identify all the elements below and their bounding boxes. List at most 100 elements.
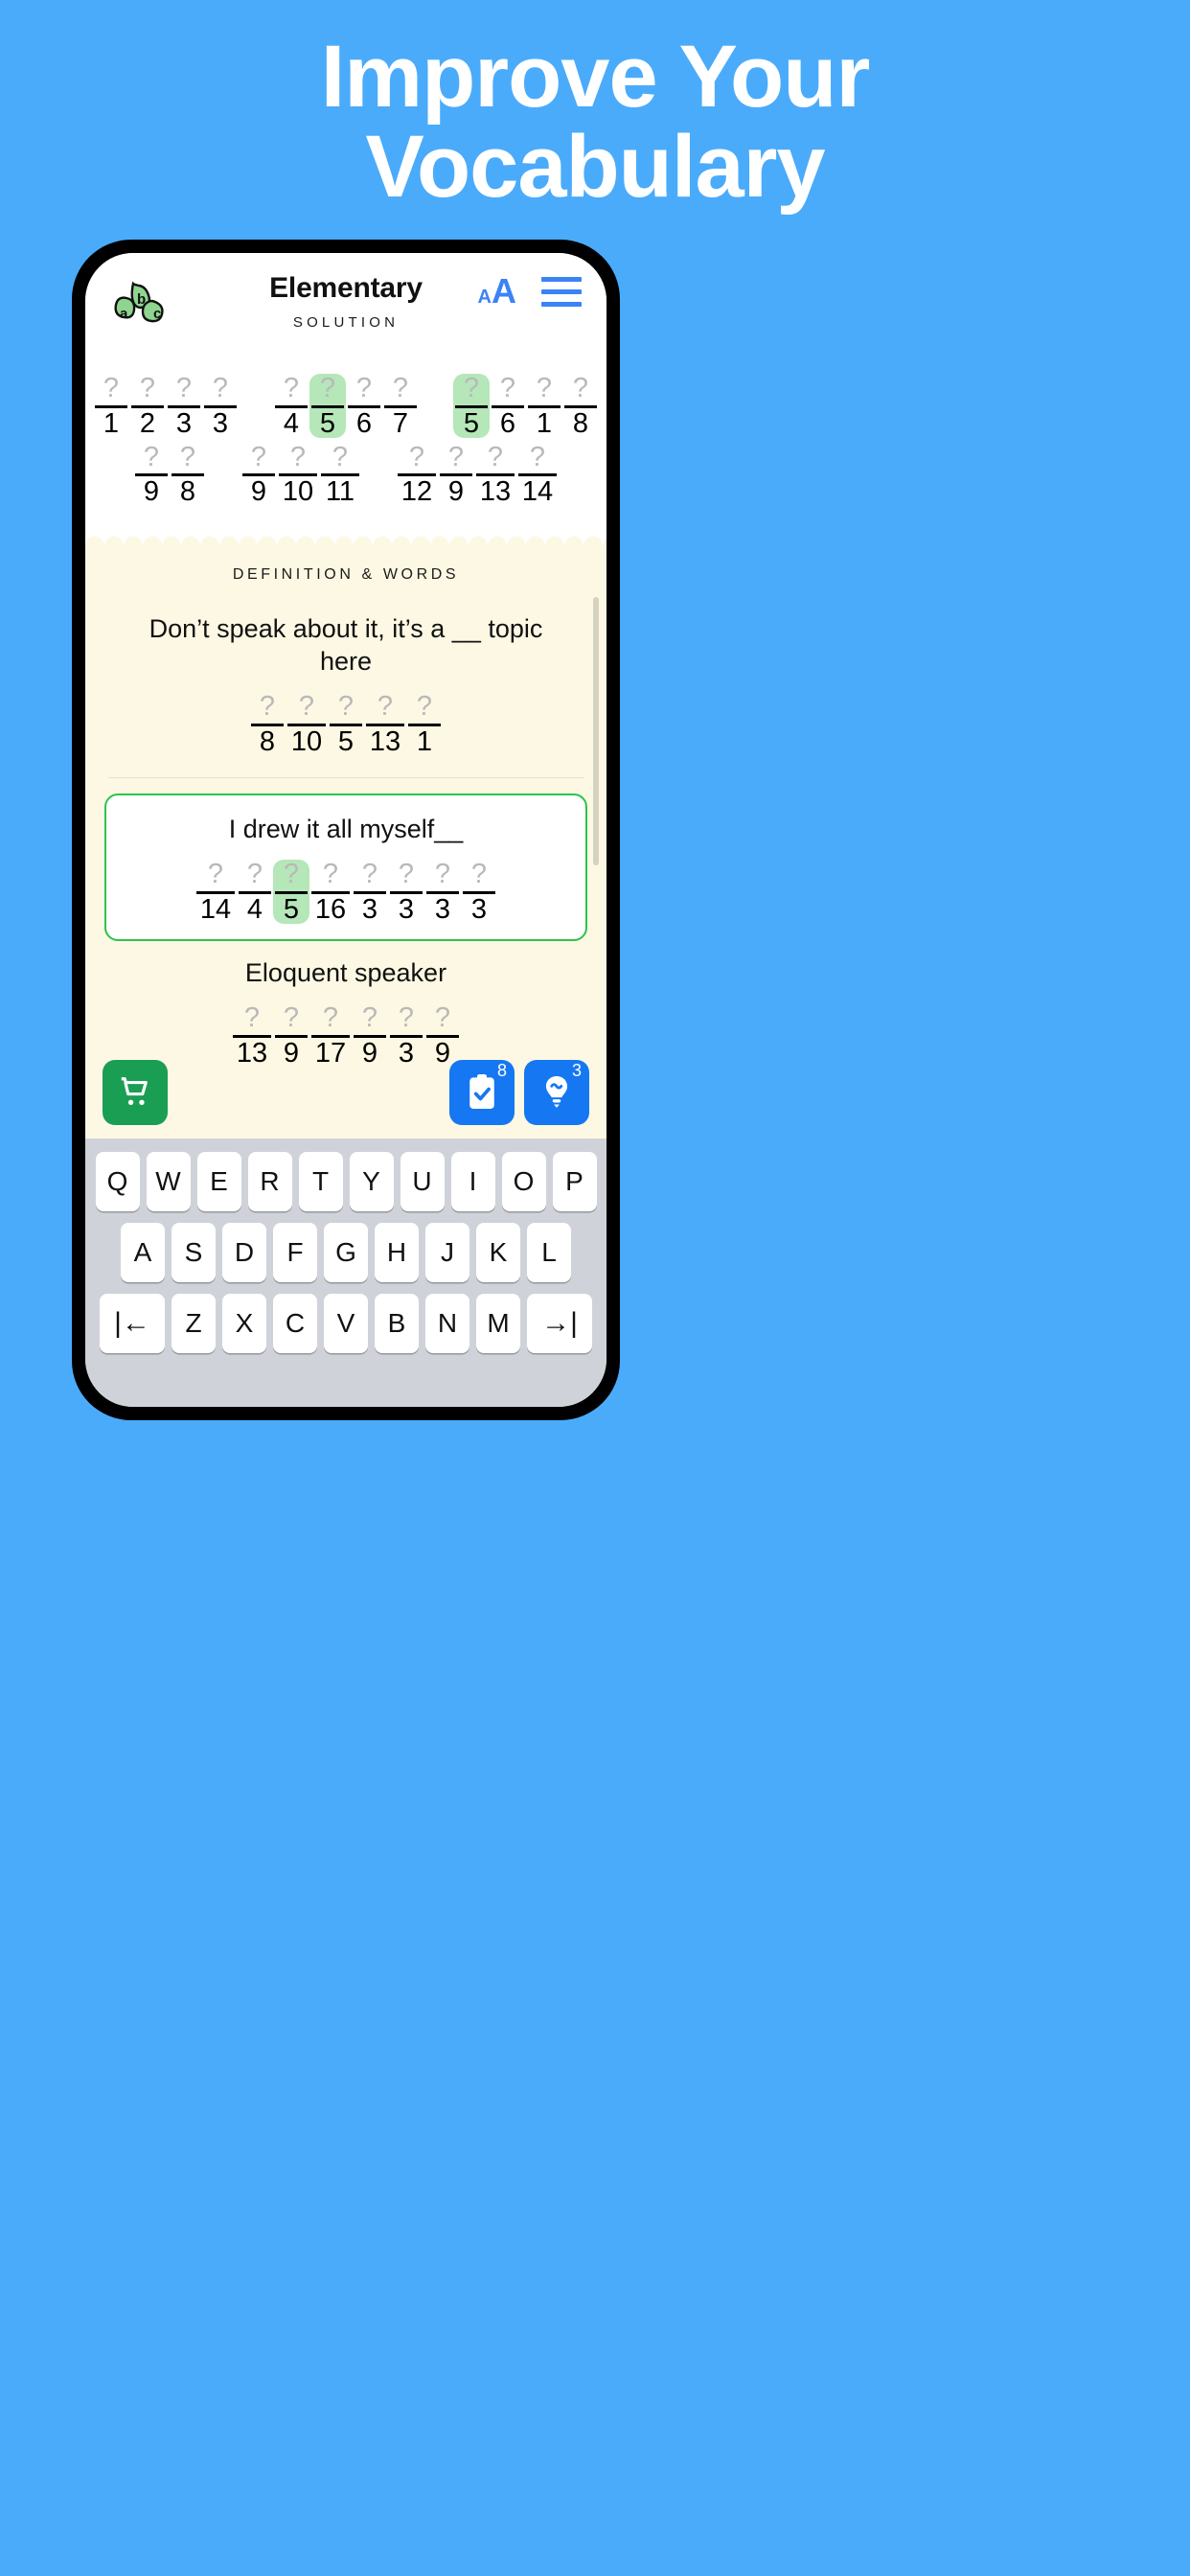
letter-slot[interactable]: ? 9 [133, 441, 170, 507]
key-y[interactable]: Y [349, 1152, 394, 1211]
letter-number: 16 [314, 893, 347, 925]
key-x[interactable]: X [222, 1294, 266, 1353]
key-k[interactable]: K [476, 1223, 520, 1282]
letter-slot[interactable]: ? 5 [328, 692, 364, 756]
letter-slot[interactable]: ? 13 [364, 692, 406, 756]
letter-slot[interactable]: ? 3 [166, 374, 202, 438]
letter-placeholder: ? [143, 441, 160, 472]
letter-slot[interactable]: ? 9 [352, 1003, 388, 1068]
letter-slot[interactable]: ? 12 [396, 441, 438, 507]
check-button[interactable]: 8 [449, 1060, 515, 1125]
abc-logo-icon[interactable]: a b c [112, 278, 173, 326]
key-i[interactable]: I [450, 1152, 495, 1211]
letter-slot[interactable]: ? 4 [237, 860, 273, 924]
word-group: ? 12? 9? 13? 14 [396, 441, 559, 507]
letter-slot[interactable]: ? 13 [231, 1003, 273, 1068]
key-c[interactable]: C [273, 1294, 317, 1353]
lightbulb-icon [545, 1076, 568, 1108]
letter-slot[interactable]: ? 8 [249, 692, 286, 756]
letter-number: 13 [369, 725, 401, 757]
word-group: ? 4? 5? 6? 7 [273, 374, 419, 438]
key-a[interactable]: A [121, 1223, 165, 1282]
letter-slot[interactable]: ? 1 [406, 692, 443, 756]
letter-slot[interactable]: ? 9 [424, 1003, 461, 1068]
letter-number: 6 [499, 408, 516, 439]
letter-slot[interactable]: ? 9 [438, 442, 474, 507]
key-q[interactable]: Q [95, 1152, 140, 1211]
clue-card[interactable]: Eloquent speaker? 13? 9? 17? 9? 3? 9 [103, 956, 589, 1089]
letter-slot[interactable]: ? 9 [240, 442, 277, 507]
shop-button[interactable] [103, 1060, 168, 1125]
letter-slot[interactable]: ? 6 [346, 374, 382, 438]
key-g[interactable]: G [324, 1223, 368, 1282]
letter-placeholder: ? [408, 441, 425, 472]
letter-slot[interactable]: ? 17 [309, 1003, 352, 1068]
key-v[interactable]: V [324, 1294, 368, 1353]
solution-grid: ? 1? 2? 3? 3? 4? 5? 6? 7? 5? 6? 1? 8 ? 9? 8? 9? 10? 11? 12… [85, 360, 606, 530]
key-w[interactable]: W [146, 1152, 191, 1211]
letter-slot[interactable]: ? 3 [461, 860, 497, 924]
clue-divider [108, 777, 584, 779]
key-t[interactable]: T [298, 1152, 343, 1211]
svg-text:b: b [137, 291, 146, 308]
letter-slot-selected[interactable]: ? 5 [453, 374, 490, 438]
letter-slot-selected[interactable]: ? 5 [309, 374, 346, 438]
letter-placeholder: ? [470, 859, 488, 890]
letter-number: 8 [259, 725, 276, 757]
clue-card[interactable]: Don’t speak about it, it’s a __ topic he… [103, 612, 589, 778]
letter-slot[interactable]: ? 8 [170, 442, 206, 507]
letter-placeholder: ? [212, 373, 229, 404]
letter-slot-selected[interactable]: ? 5 [273, 859, 309, 924]
key-b[interactable]: B [375, 1294, 419, 1353]
letter-slot[interactable]: ? 14 [195, 860, 237, 924]
letter-slot[interactable]: ? 6 [490, 374, 526, 438]
key-p[interactable]: P [552, 1152, 597, 1211]
prev-word-key[interactable]: |← [100, 1294, 165, 1353]
letter-slot[interactable]: ? 7 [382, 374, 419, 438]
font-size-icon[interactable]: A A [478, 274, 516, 309]
letter-slot[interactable]: ? 13 [474, 442, 516, 507]
key-o[interactable]: O [501, 1152, 546, 1211]
letter-slot[interactable]: ? 2 [129, 374, 166, 438]
letter-slot[interactable]: ? 3 [424, 860, 461, 924]
panel-scrollbar[interactable] [593, 596, 599, 865]
hint-badge: 3 [571, 1061, 582, 1080]
letter-slot[interactable]: ? 14 [516, 442, 559, 507]
letter-slot[interactable]: ? 3 [388, 860, 424, 924]
hamburger-icon[interactable] [541, 276, 582, 307]
key-n[interactable]: N [425, 1294, 469, 1353]
key-r[interactable]: R [247, 1152, 292, 1211]
letter-slot[interactable]: ? 8 [562, 374, 599, 438]
key-z[interactable]: Z [172, 1294, 216, 1353]
letter-number: 3 [398, 1037, 415, 1069]
key-s[interactable]: S [172, 1223, 216, 1282]
letter-slot[interactable]: ? 1 [526, 374, 562, 438]
key-l[interactable]: L [527, 1223, 571, 1282]
key-e[interactable]: E [196, 1152, 241, 1211]
letter-number: 14 [199, 893, 232, 925]
clue-card-selected[interactable]: I drew it all myself__? 14? 4? 5? 16? 3? 3? 3? 3 [104, 794, 587, 942]
hint-button[interactable]: 3 [524, 1060, 589, 1125]
letter-slot[interactable]: ? 10 [286, 692, 328, 756]
key-u[interactable]: U [400, 1152, 445, 1211]
letter-slot[interactable]: ? 16 [309, 860, 352, 924]
definition-words-panel: DEFINITION & WORDS Don’t speak about it,… [85, 544, 606, 1138]
phone-screen: a b c Elementary SOLUTION A A ? 1 ? 2 ? … [85, 253, 606, 1407]
key-h[interactable]: H [375, 1223, 419, 1282]
letter-slot[interactable]: ? 4 [273, 374, 309, 438]
key-d[interactable]: D [222, 1223, 266, 1282]
key-f[interactable]: F [273, 1223, 317, 1282]
letter-slot[interactable]: ? 3 [202, 374, 239, 438]
letter-slot[interactable]: ? 3 [388, 1003, 424, 1068]
letter-slot[interactable]: ? 3 [352, 860, 388, 924]
letter-slot[interactable]: ? 11 [319, 442, 361, 507]
letter-slot[interactable]: ? 9 [273, 1003, 309, 1068]
letter-slot[interactable]: ? 1 [93, 374, 129, 438]
letter-number: 1 [416, 725, 433, 757]
key-j[interactable]: J [425, 1223, 469, 1282]
svg-text:c: c [153, 306, 161, 322]
next-word-key[interactable]: →| [527, 1294, 592, 1353]
key-m[interactable]: M [476, 1294, 520, 1353]
letter-slot[interactable]: ? 10 [277, 442, 319, 507]
letter-placeholder: ? [298, 691, 315, 723]
